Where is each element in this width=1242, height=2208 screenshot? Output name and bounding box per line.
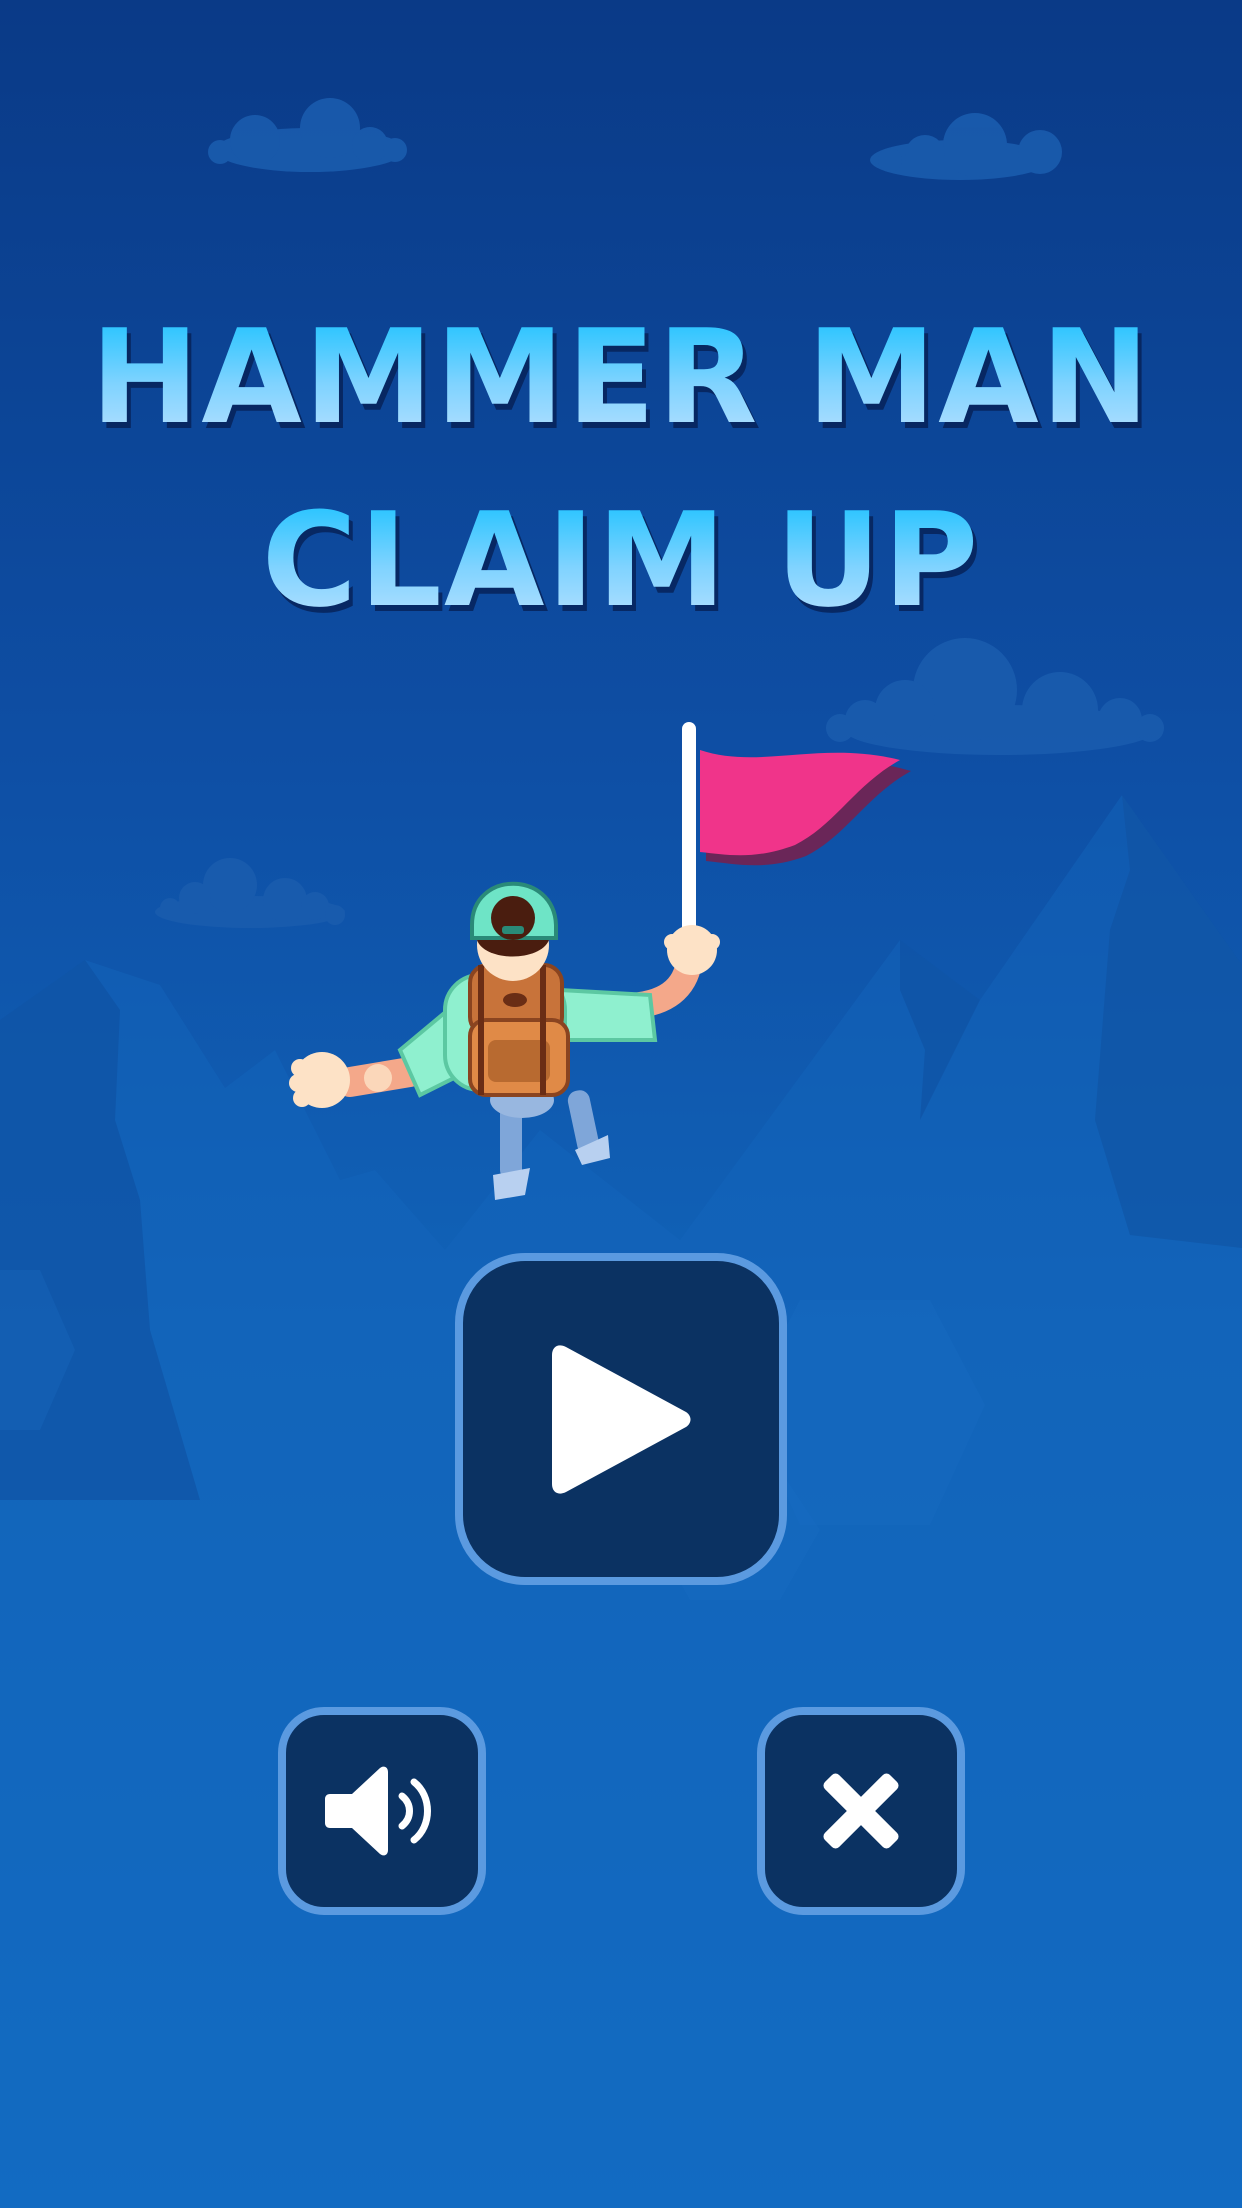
speaker-volume-icon <box>322 1756 442 1866</box>
close-x-icon <box>813 1763 909 1859</box>
game-scene: HAMMER MAN CLAIM UP <box>0 0 1242 2208</box>
cloud-top-right <box>870 113 1062 180</box>
cloud-mid-left <box>155 858 345 928</box>
game-title-line-1: HAMMER MAN <box>0 312 1242 442</box>
play-button[interactable] <box>455 1253 787 1585</box>
play-icon <box>546 1337 696 1502</box>
cloud-mid-right <box>826 638 1164 755</box>
game-title-line-2: CLAIM UP <box>0 495 1242 625</box>
close-button[interactable] <box>757 1707 965 1915</box>
flag <box>682 722 911 940</box>
cloud-top-left <box>208 98 407 172</box>
hammer-man-character <box>289 881 720 1200</box>
sound-toggle-button[interactable] <box>278 1707 486 1915</box>
